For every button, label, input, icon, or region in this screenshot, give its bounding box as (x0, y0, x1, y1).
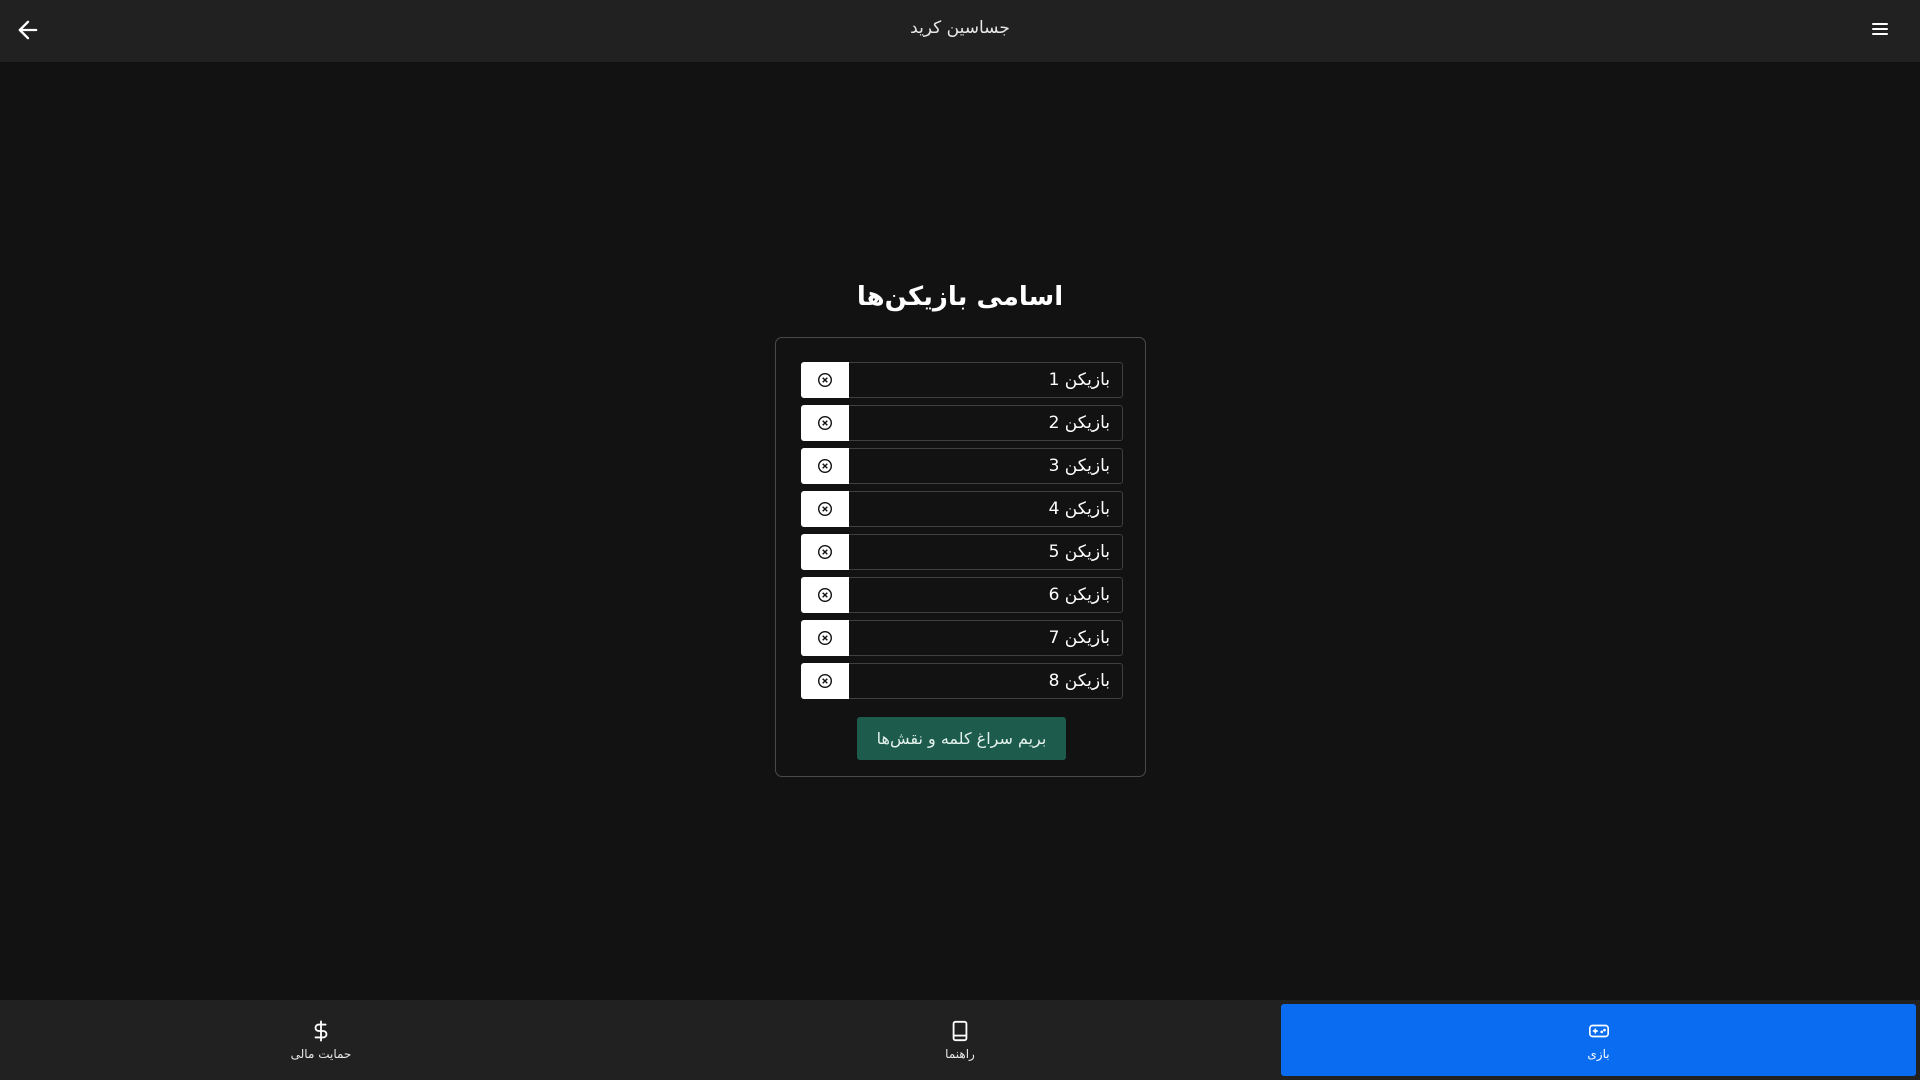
nav-item-game[interactable]: بازی (1281, 1004, 1916, 1076)
circle-x-icon (817, 587, 833, 603)
hamburger-menu-icon[interactable] (1870, 18, 1890, 40)
player-row (801, 534, 1123, 570)
player-name-input[interactable] (849, 405, 1123, 441)
player-row (801, 491, 1123, 527)
remove-player-button[interactable] (801, 577, 849, 613)
circle-x-icon (817, 630, 833, 646)
remove-player-button[interactable] (801, 405, 849, 441)
gamepad-icon (1588, 1024, 1609, 1037)
player-name-input[interactable] (849, 534, 1123, 570)
top-app-bar: جساسین کرید (0, 0, 1920, 62)
circle-x-icon (817, 501, 833, 517)
player-name-input[interactable] (849, 362, 1123, 398)
player-name-input[interactable] (849, 491, 1123, 527)
remove-player-button[interactable] (801, 448, 849, 484)
remove-player-button[interactable] (801, 663, 849, 699)
nav-label: راهنما (945, 1046, 975, 1061)
player-name-input[interactable] (849, 663, 1123, 699)
player-row (801, 405, 1123, 441)
player-row (801, 577, 1123, 613)
circle-x-icon (817, 544, 833, 560)
player-name-input[interactable] (849, 620, 1123, 656)
player-row (801, 663, 1123, 699)
nav-label: حمایت مالی (290, 1046, 352, 1061)
arrow-left-icon[interactable] (14, 16, 42, 44)
remove-player-button[interactable] (801, 491, 849, 527)
circle-x-icon (817, 458, 833, 474)
nav-item-donate[interactable]: حمایت مالی (0, 1004, 642, 1076)
remove-player-button[interactable] (801, 620, 849, 656)
circle-x-icon (817, 415, 833, 431)
app-title: جساسین کرید (910, 18, 1010, 38)
nav-item-guide[interactable]: راهنما (642, 1004, 1278, 1076)
nav-label: بازی (1587, 1046, 1610, 1061)
player-name-input[interactable] (849, 448, 1123, 484)
circle-x-icon (817, 372, 833, 388)
player-name-input[interactable] (849, 577, 1123, 613)
page-title: اسامی بازیکن‌ها (856, 282, 1064, 312)
dollar-icon (314, 1019, 328, 1042)
players-card: بریم سراغ کلمه و نقش‌ها (775, 337, 1146, 777)
remove-player-button[interactable] (801, 534, 849, 570)
start-roles-button[interactable]: بریم سراغ کلمه و نقش‌ها (857, 717, 1066, 760)
circle-x-icon (817, 673, 833, 689)
bottom-navigation: حمایت مالی راهنما بازی (0, 1000, 1920, 1080)
player-row (801, 448, 1123, 484)
player-row (801, 620, 1123, 656)
book-icon (952, 1020, 968, 1041)
player-row (801, 362, 1123, 398)
remove-player-button[interactable] (801, 362, 849, 398)
